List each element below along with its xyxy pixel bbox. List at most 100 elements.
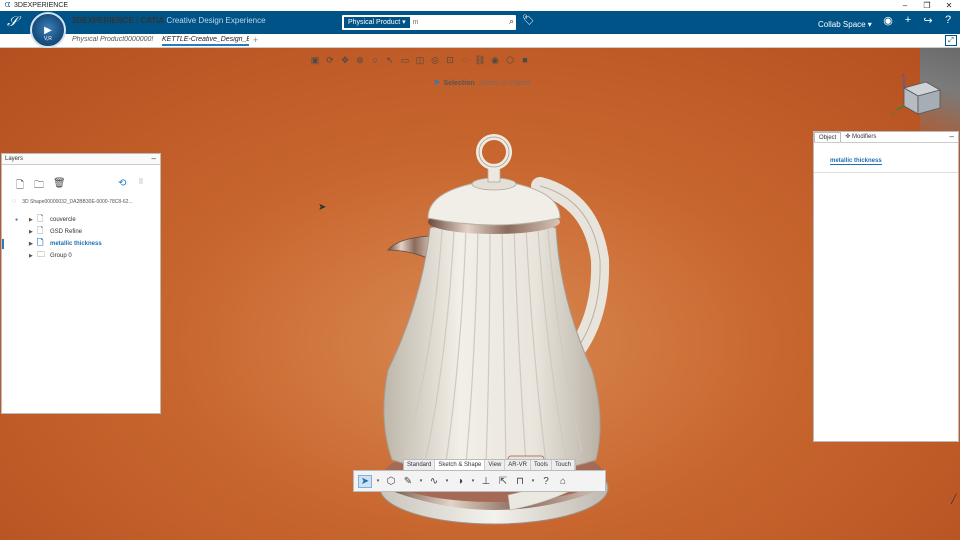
- header-actions: ◉ + ↪ ?: [882, 14, 954, 27]
- folder-icon: 🗀: [37, 250, 45, 259]
- tab-tools[interactable]: Tools: [531, 460, 552, 470]
- chevron-down-icon[interactable]: ▾: [375, 478, 381, 484]
- search-input[interactable]: [412, 19, 493, 26]
- tag-icon[interactable]: 🏷: [522, 15, 535, 26]
- view-toolbar: ▣ ⟳ ✥ ⊕ ○ ↖ ▭ ◫ ◎ ⊡ ◌ ⛓ ◉ ⬡ ■: [309, 53, 531, 67]
- frame-icon[interactable]: ▣: [309, 54, 321, 66]
- layer-label: couvercle: [50, 217, 76, 223]
- share-icon[interactable]: ↪: [922, 14, 934, 27]
- transform-icon[interactable]: ⇱: [496, 476, 510, 487]
- list-item[interactable]: ▶ 🗀 Group 0: [2, 250, 160, 262]
- sketch-icon[interactable]: ✎: [401, 476, 415, 487]
- pan-icon[interactable]: ✥: [339, 54, 351, 66]
- layers-panel-title: Layers: [5, 156, 24, 162]
- chevron-down-icon[interactable]: ▾: [530, 478, 536, 484]
- chevron-down-icon[interactable]: ▾: [418, 478, 424, 484]
- brand-main: 3DEXPERIENCE: [72, 16, 134, 25]
- layer-label: GSD Refine: [50, 229, 83, 235]
- zoom-icon[interactable]: ⊕: [354, 54, 366, 66]
- compass-button[interactable]: ▶ V,R: [30, 12, 66, 48]
- tab-ar-vr[interactable]: AR-VR: [505, 460, 531, 470]
- chevron-down-icon[interactable]: ▾: [470, 478, 476, 484]
- tab-sketch-shape[interactable]: Sketch & Shape: [435, 460, 486, 470]
- app-logo-icon: ᗧ: [4, 1, 11, 9]
- visibility-icon[interactable]: ◉: [489, 54, 501, 66]
- compass-label: V,R: [44, 36, 52, 42]
- lasso-icon[interactable]: ↖: [384, 54, 396, 66]
- object-panel-tabs: Object ✜ Modifiers –: [814, 132, 958, 143]
- shape-name: 3D Shape00000032_DA2BB30E-0000-78C8-62..…: [22, 199, 133, 205]
- ds-logo-icon[interactable]: 𝒮: [7, 14, 18, 30]
- tab-modifiers[interactable]: ✜ Modifiers: [841, 132, 880, 142]
- collab-space-selector[interactable]: Collab Space ▾: [818, 20, 872, 29]
- camera-icon[interactable]: ◫: [414, 54, 426, 66]
- add-tab-button[interactable]: +: [253, 35, 258, 45]
- action-bar: ➤ ▾ ⬡ ✎ ▾ ∿ ▾ ◑ ▾ ⊥ ⇱ ⊓ ▾ ? ⌂: [353, 470, 606, 492]
- rotate-icon[interactable]: ⟳: [324, 54, 336, 66]
- restore-button[interactable]: ❐: [916, 0, 938, 11]
- new-group-icon[interactable]: 🗀: [34, 178, 44, 195]
- layers-panel: Layers – 🗋 🗀 🗑 ⟲ ⠿ ○ 3D Shape00000032_DA2…: [1, 153, 161, 414]
- tab-touch[interactable]: Touch: [552, 460, 575, 470]
- list-item[interactable]: ● ▶ 🗋 couvercle: [2, 214, 160, 226]
- close-button[interactable]: ✕: [938, 0, 960, 11]
- list-item[interactable]: ▶ 🗋 metallic thickness: [2, 238, 160, 250]
- expand-icon[interactable]: ⤢: [945, 35, 957, 46]
- expand-caret-icon[interactable]: ▶: [29, 253, 37, 259]
- tab-modifiers-label: Modifiers: [852, 134, 877, 140]
- expand-caret-icon[interactable]: ▶: [29, 241, 37, 247]
- plus-icon[interactable]: +: [902, 14, 914, 27]
- minimize-panel-icon[interactable]: –: [152, 154, 156, 164]
- cube-icon[interactable]: ⬡: [384, 476, 398, 487]
- search-icon[interactable]: ⌕: [509, 16, 514, 27]
- layer-tools-right: ⟲ ⠿: [118, 178, 144, 189]
- search-category-select[interactable]: Physical Product ▾: [344, 17, 410, 28]
- axis-icon[interactable]: ⊥: [479, 476, 493, 487]
- stop-icon[interactable]: ■: [519, 54, 531, 66]
- object-name-field[interactable]: metallic thickness: [830, 158, 882, 165]
- tab-standard[interactable]: Standard: [404, 460, 436, 470]
- sync-icon[interactable]: ⟲: [118, 178, 126, 189]
- box-select-icon[interactable]: ▭: [399, 54, 411, 66]
- tab-physical-product[interactable]: Physical Product0000000!: [72, 36, 156, 43]
- tab-view[interactable]: View: [485, 460, 506, 470]
- chevron-down-icon[interactable]: ▾: [444, 478, 450, 484]
- measure-icon[interactable]: ⊓: [513, 476, 527, 487]
- user-icon[interactable]: ◉: [882, 14, 894, 27]
- hide-icon[interactable]: ◌: [459, 54, 471, 66]
- link-icon[interactable]: ⛓: [474, 54, 486, 66]
- selection-bar: [2, 239, 4, 249]
- expand-caret-icon[interactable]: ▶: [29, 217, 37, 223]
- brand-app: CATIA: [140, 16, 165, 25]
- view-mode-icon[interactable]: ⊡: [444, 54, 456, 66]
- select-tool-icon[interactable]: ➤: [358, 474, 372, 488]
- list-item[interactable]: ▶ 🗋 GSD Refine: [2, 226, 160, 238]
- drag-handle-icon[interactable]: ⠿: [138, 178, 143, 189]
- tab-kettle-design[interactable]: KETTLE-Creative_Design_Ex: [162, 36, 249, 46]
- shape-visibility-icon[interactable]: ○: [12, 198, 16, 205]
- render-icon[interactable]: ◎: [429, 54, 441, 66]
- shape-row[interactable]: ○ 3D Shape00000032_DA2BB30E-0000-78C8-62.…: [12, 198, 158, 205]
- delete-icon[interactable]: 🗑: [53, 178, 66, 195]
- selection-label: Selection: [443, 80, 475, 87]
- cube-view-icon[interactable]: ⬡: [504, 54, 516, 66]
- new-layer-icon[interactable]: 🗋: [15, 178, 25, 195]
- minimize-button[interactable]: –: [894, 0, 916, 11]
- view-cube-icon[interactable]: y z: [888, 70, 948, 122]
- expand-caret-icon[interactable]: ▶: [29, 229, 37, 235]
- sphere-icon[interactable]: ◑: [453, 476, 467, 487]
- selection-subtext: Select an Object: [478, 80, 531, 87]
- os-title-bar: ᗧ 3DEXPERIENCE – ❐ ✕: [0, 0, 960, 11]
- circle-icon[interactable]: ○: [369, 54, 381, 66]
- help-icon[interactable]: ?: [942, 14, 954, 27]
- home-icon[interactable]: ⌂: [556, 476, 570, 487]
- minimize-panel-icon[interactable]: –: [950, 132, 954, 142]
- search-bar: Physical Product ▾ ⌕: [342, 15, 516, 30]
- active-bullet-icon: ●: [15, 217, 19, 223]
- help-icon[interactable]: ?: [539, 476, 553, 487]
- curve-icon[interactable]: ∿: [427, 476, 441, 487]
- tab-object[interactable]: Object: [814, 132, 842, 142]
- window-title: 3DEXPERIENCE: [14, 2, 69, 9]
- resize-handle-icon[interactable]: ╱: [951, 494, 956, 505]
- layer-label: Group 0: [50, 253, 72, 259]
